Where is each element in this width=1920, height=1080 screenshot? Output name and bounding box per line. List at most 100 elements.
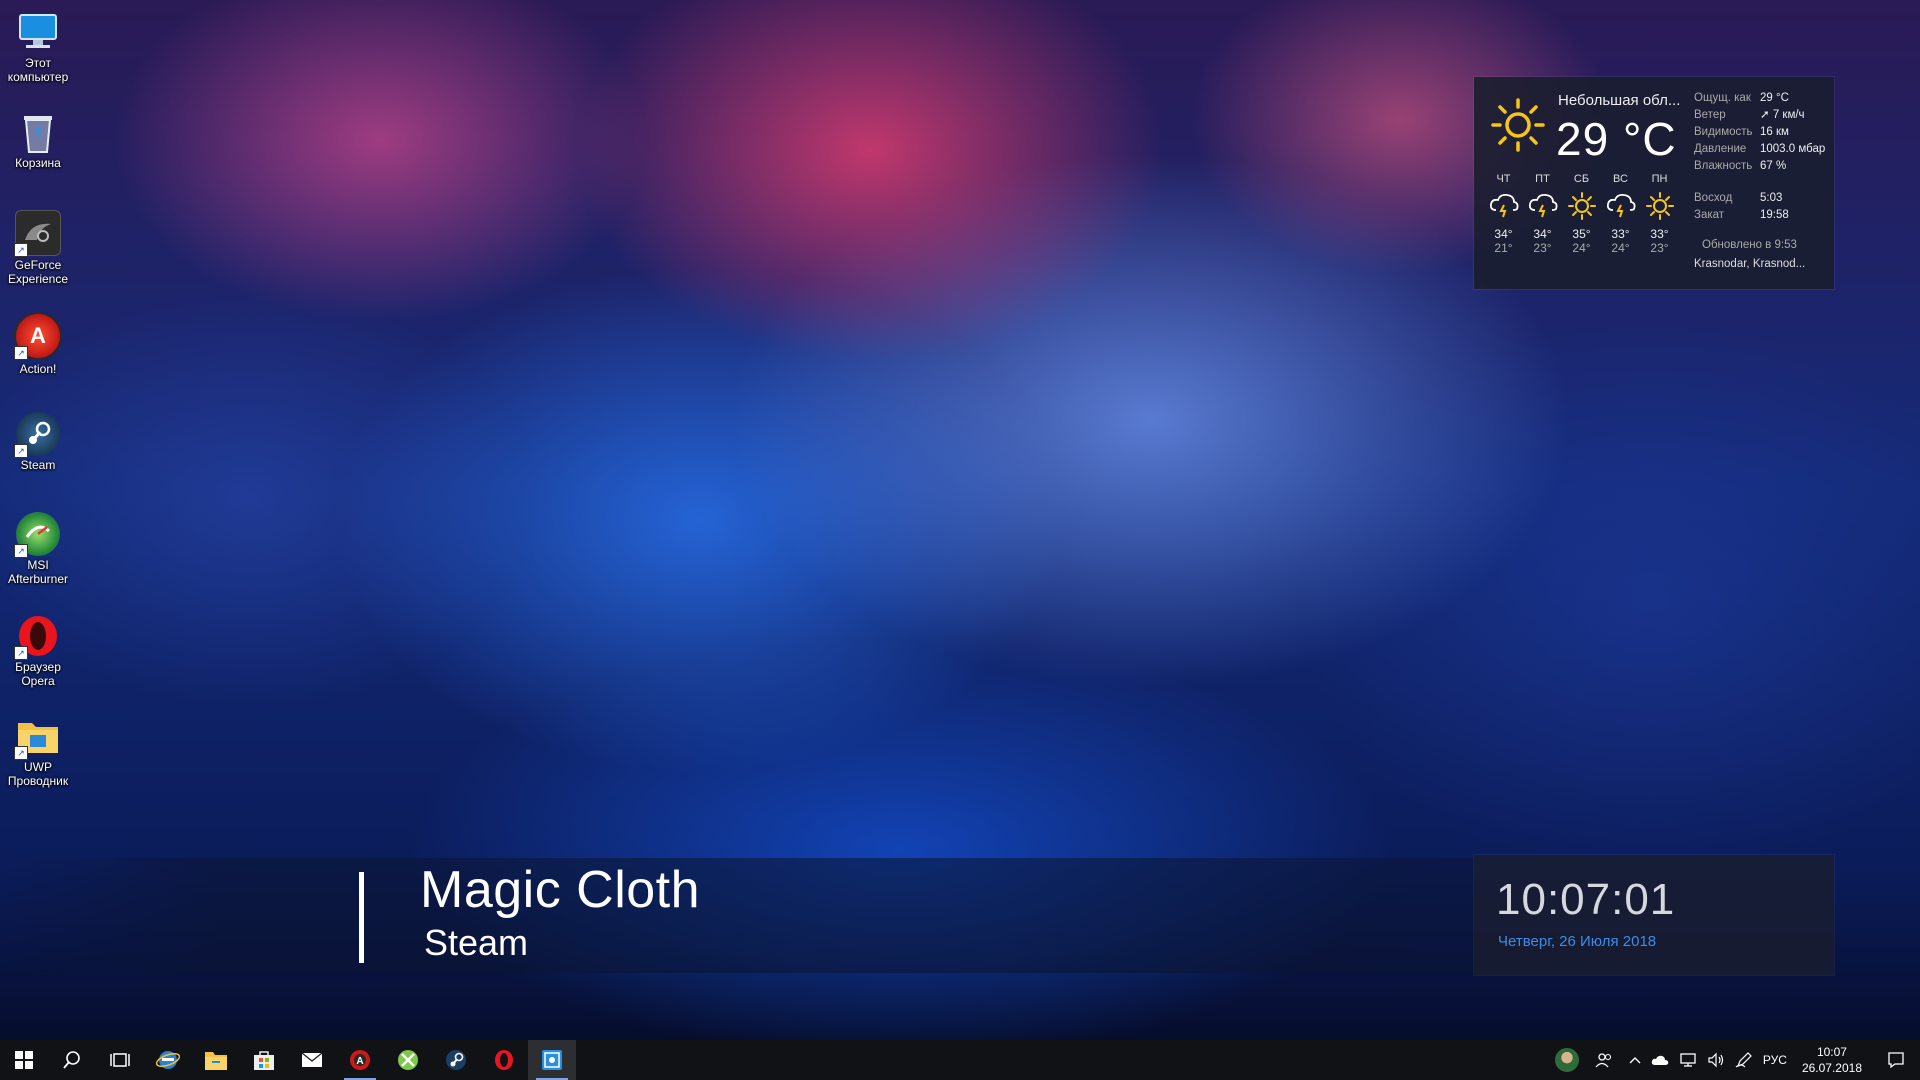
taskbar-app-mail[interactable] xyxy=(288,1040,336,1080)
weather-sun-times: Восход 5:03 Закат 19:58 xyxy=(1694,190,1789,224)
geforce-icon: ↗ xyxy=(14,210,61,257)
opera-icon xyxy=(495,1050,513,1070)
taskbar-app-store[interactable] xyxy=(240,1040,288,1080)
taskbar-task-view-button[interactable] xyxy=(96,1040,144,1080)
weather-updated: Обновлено в 9:53 xyxy=(1702,239,1797,251)
network-icon xyxy=(1680,1053,1696,1067)
detail-key: Видимость xyxy=(1694,126,1753,138)
desktop-icon-action[interactable]: A ↗ Action! xyxy=(0,306,76,376)
clock-time: 10:07:01 xyxy=(1496,875,1676,924)
notification-icon xyxy=(1888,1052,1904,1069)
desktop-icon-recycle-bin[interactable]: Корзина xyxy=(0,104,76,170)
weather-detail-row: Видимость 16 км xyxy=(1694,124,1825,141)
desktop-icon-this-pc[interactable]: Этот компьютер xyxy=(0,4,76,84)
clock-date: Четверг, 26 Июля 2018 xyxy=(1498,933,1657,950)
weather-condition: Небольшая обл... xyxy=(1558,92,1681,109)
storm-cloud-icon xyxy=(1601,189,1640,223)
forecast-low: 23° xyxy=(1650,241,1669,255)
weather-detail-row: Ветер ➚ 7 км/ч xyxy=(1694,107,1825,124)
tray-volume[interactable] xyxy=(1702,1040,1730,1080)
tray-network[interactable] xyxy=(1674,1040,1702,1080)
people-icon xyxy=(1595,1053,1611,1068)
sunset-row: Закат 19:58 xyxy=(1694,207,1789,224)
shortcut-arrow-icon: ↗ xyxy=(14,243,28,257)
detail-key: Ветер xyxy=(1694,109,1726,121)
tray-overflow-button[interactable] xyxy=(1624,1040,1646,1080)
detail-key: Давление xyxy=(1694,143,1747,155)
taskbar-app-opera[interactable] xyxy=(480,1040,528,1080)
banner-subtitle: Steam xyxy=(424,922,529,963)
tray-avatar[interactable] xyxy=(1550,1040,1584,1080)
browser-icon xyxy=(156,1051,180,1069)
desktop-icon-label: Браузер Opera xyxy=(15,660,61,688)
system-tray: РУС 10:07 26.07.2018 xyxy=(1550,1040,1920,1080)
shortcut-arrow-icon: ↗ xyxy=(14,346,28,360)
desktop-icon-opera[interactable]: ↗ Браузер Opera xyxy=(0,608,76,688)
detail-value: 1003.0 мбар xyxy=(1760,143,1826,155)
sunrise-label: Восход xyxy=(1694,192,1733,204)
desktop-icon-label: UWP Проводник xyxy=(7,760,69,788)
steam-icon: ↗ xyxy=(14,412,60,458)
svg-text:A: A xyxy=(356,1056,363,1067)
forecast-high: 33° xyxy=(1611,227,1630,241)
sunrise-value: 5:03 xyxy=(1760,192,1783,204)
taskbar-app-xbox[interactable] xyxy=(384,1040,432,1080)
taskbar-app-explorer[interactable] xyxy=(192,1040,240,1080)
taskbar-app-action[interactable]: A xyxy=(336,1040,384,1080)
sunset-value: 19:58 xyxy=(1760,209,1789,221)
action-icon: A xyxy=(350,1050,370,1070)
shortcut-arrow-icon: ↗ xyxy=(14,544,28,558)
forecast-day-name: ПН xyxy=(1651,173,1668,185)
taskbar-search-button[interactable] xyxy=(48,1040,96,1080)
taskbar-app-wallpaper-engine[interactable] xyxy=(528,1040,576,1080)
desktop-icon-label: MSI Afterburner xyxy=(7,558,69,586)
weather-forecast: ЧТ 34° 21° ПТ 34° 23° СБ 35° 24° ВС 33° … xyxy=(1484,173,1679,255)
storm-cloud-icon xyxy=(1484,189,1523,223)
avatar-icon xyxy=(1554,1048,1579,1072)
opera-icon: ↗ xyxy=(14,614,60,660)
forecast-day-name: СБ xyxy=(1573,173,1590,185)
banner-title: Magic Cloth xyxy=(420,861,701,919)
detail-key: Влажность xyxy=(1694,160,1753,172)
recycle-bin-icon xyxy=(16,110,60,154)
steam-icon xyxy=(446,1050,466,1070)
tray-clock-date: 26.07.2018 xyxy=(1801,1061,1862,1075)
desktop-icon-steam[interactable]: ↗ Steam xyxy=(0,406,76,472)
taskbar-app-steam[interactable] xyxy=(432,1040,480,1080)
taskbar-start-button[interactable] xyxy=(0,1040,48,1080)
shortcut-arrow-icon: ↗ xyxy=(14,746,28,760)
weather-widget[interactable]: Небольшая обл... 29 °C ЧТ 34° 21° ПТ 34°… xyxy=(1474,77,1834,289)
taskbar: A РУС 10:07 26.07.2018 xyxy=(0,1040,1920,1080)
taskbar-app-ie[interactable] xyxy=(144,1040,192,1080)
tray-language[interactable]: РУС xyxy=(1758,1040,1792,1080)
tray-action-center[interactable] xyxy=(1872,1040,1920,1080)
desktop-icon-uwp-explorer[interactable]: ↗ UWP Проводник xyxy=(0,708,76,788)
banner-accent-bar xyxy=(359,872,364,963)
sun-icon xyxy=(1640,189,1679,223)
tray-pen[interactable] xyxy=(1730,1040,1758,1080)
weather-location: Krasnodar, Krasnod... xyxy=(1694,258,1806,270)
volume-icon xyxy=(1708,1052,1724,1068)
weather-detail-row: Влажность 67 % xyxy=(1694,158,1825,175)
forecast-day-name: ВС xyxy=(1613,173,1628,185)
weather-detail-row: Давление 1003.0 мбар xyxy=(1694,141,1825,158)
storm-cloud-icon xyxy=(1523,189,1562,223)
wallpaper-engine-icon xyxy=(542,1050,562,1070)
sun-icon xyxy=(1562,189,1601,223)
afterburner-icon: ↗ xyxy=(14,512,60,558)
desktop-icon-afterburner[interactable]: ↗ MSI Afterburner xyxy=(0,506,76,586)
detail-value: 16 км xyxy=(1760,126,1789,138)
store-icon xyxy=(254,1051,274,1070)
desktop-icon-geforce[interactable]: ↗ GeForce Experience xyxy=(0,204,76,286)
desktop-icon-label: Корзина xyxy=(15,156,61,170)
tray-clock[interactable]: 10:07 26.07.2018 xyxy=(1792,1040,1872,1080)
forecast-day-name: ПТ xyxy=(1535,173,1550,185)
sun-icon xyxy=(1491,98,1545,152)
tray-people-button[interactable] xyxy=(1584,1040,1624,1080)
tray-onedrive[interactable] xyxy=(1646,1040,1674,1080)
sunset-label: Закат xyxy=(1694,209,1725,221)
desktop-icon-label: Action! xyxy=(19,362,57,376)
forecast-day: СБ 35° 24° xyxy=(1562,173,1601,255)
detail-key: Ощущ. как xyxy=(1694,92,1751,104)
forecast-high: 34° xyxy=(1533,227,1552,241)
